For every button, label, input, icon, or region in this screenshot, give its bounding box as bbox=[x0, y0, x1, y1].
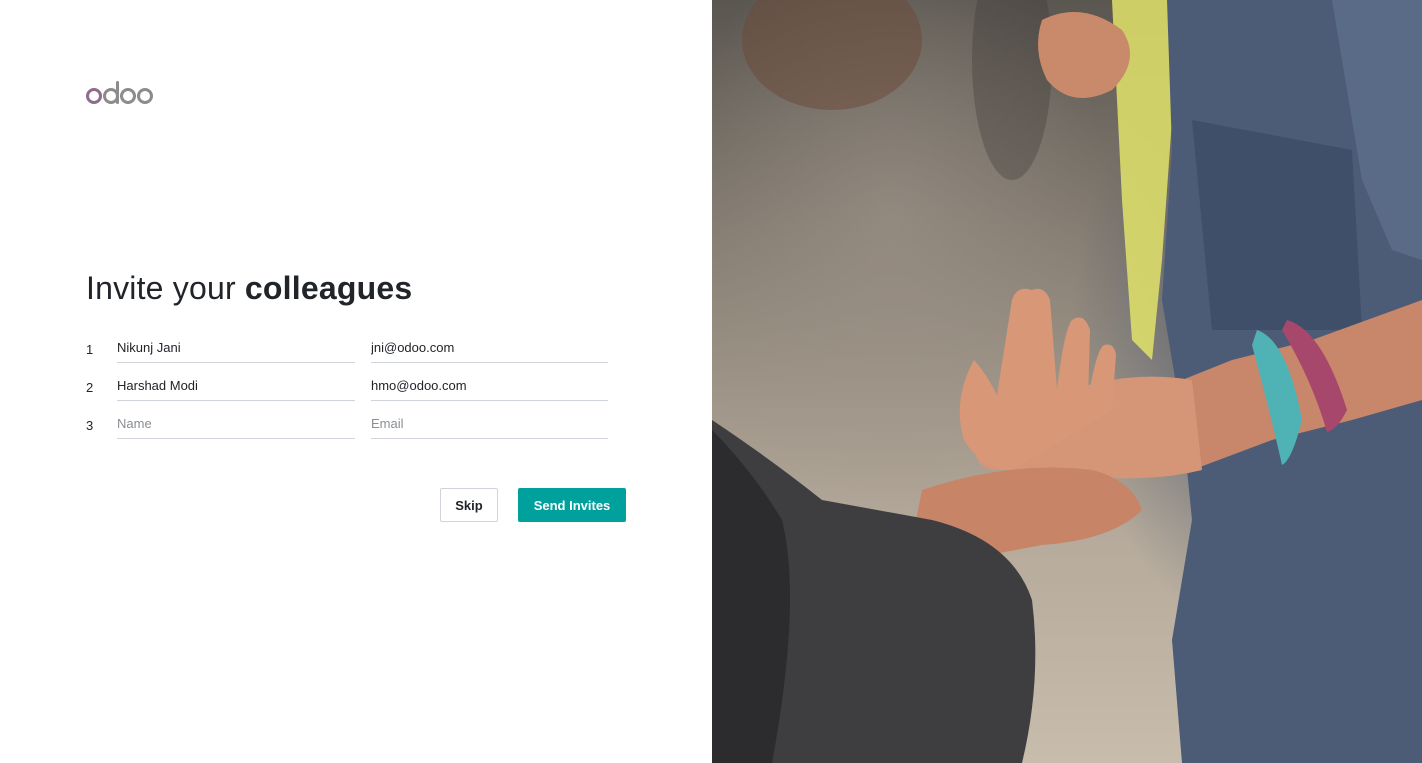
invite-row-3: 3 bbox=[86, 409, 626, 439]
invite-row-number: 1 bbox=[86, 342, 94, 357]
invite-form-pane: Invite your colleagues 1 2 3 Skip Send I… bbox=[0, 0, 712, 763]
page-title-prefix: Invite your bbox=[86, 270, 245, 306]
send-invites-button[interactable]: Send Invites bbox=[518, 488, 626, 522]
invite-row-number: 3 bbox=[86, 418, 94, 433]
odoo-logo bbox=[86, 78, 154, 104]
invite-colleagues-page: Invite your colleagues 1 2 3 Skip Send I… bbox=[0, 0, 1422, 763]
logo-letter-o bbox=[137, 88, 153, 104]
invite-row-2: 2 bbox=[86, 371, 626, 401]
invite-row-1: 1 bbox=[86, 333, 626, 363]
invite-email-input-1[interactable] bbox=[371, 333, 608, 363]
invite-name-input-1[interactable] bbox=[117, 333, 355, 363]
invite-row-number: 2 bbox=[86, 380, 94, 395]
skip-button[interactable]: Skip bbox=[440, 488, 498, 522]
invite-email-input-2[interactable] bbox=[371, 371, 608, 401]
photo-illustration bbox=[712, 0, 1422, 763]
page-title: Invite your colleagues bbox=[86, 270, 412, 307]
invite-email-input-3[interactable] bbox=[371, 409, 608, 439]
invite-name-input-2[interactable] bbox=[117, 371, 355, 401]
invite-name-input-3[interactable] bbox=[117, 409, 355, 439]
logo-letter-d bbox=[103, 81, 119, 104]
hands-reaching-photo bbox=[712, 0, 1422, 763]
page-title-emphasis: colleagues bbox=[244, 270, 413, 306]
logo-letter-o-accent bbox=[86, 88, 102, 104]
logo-letter-o bbox=[120, 88, 136, 104]
